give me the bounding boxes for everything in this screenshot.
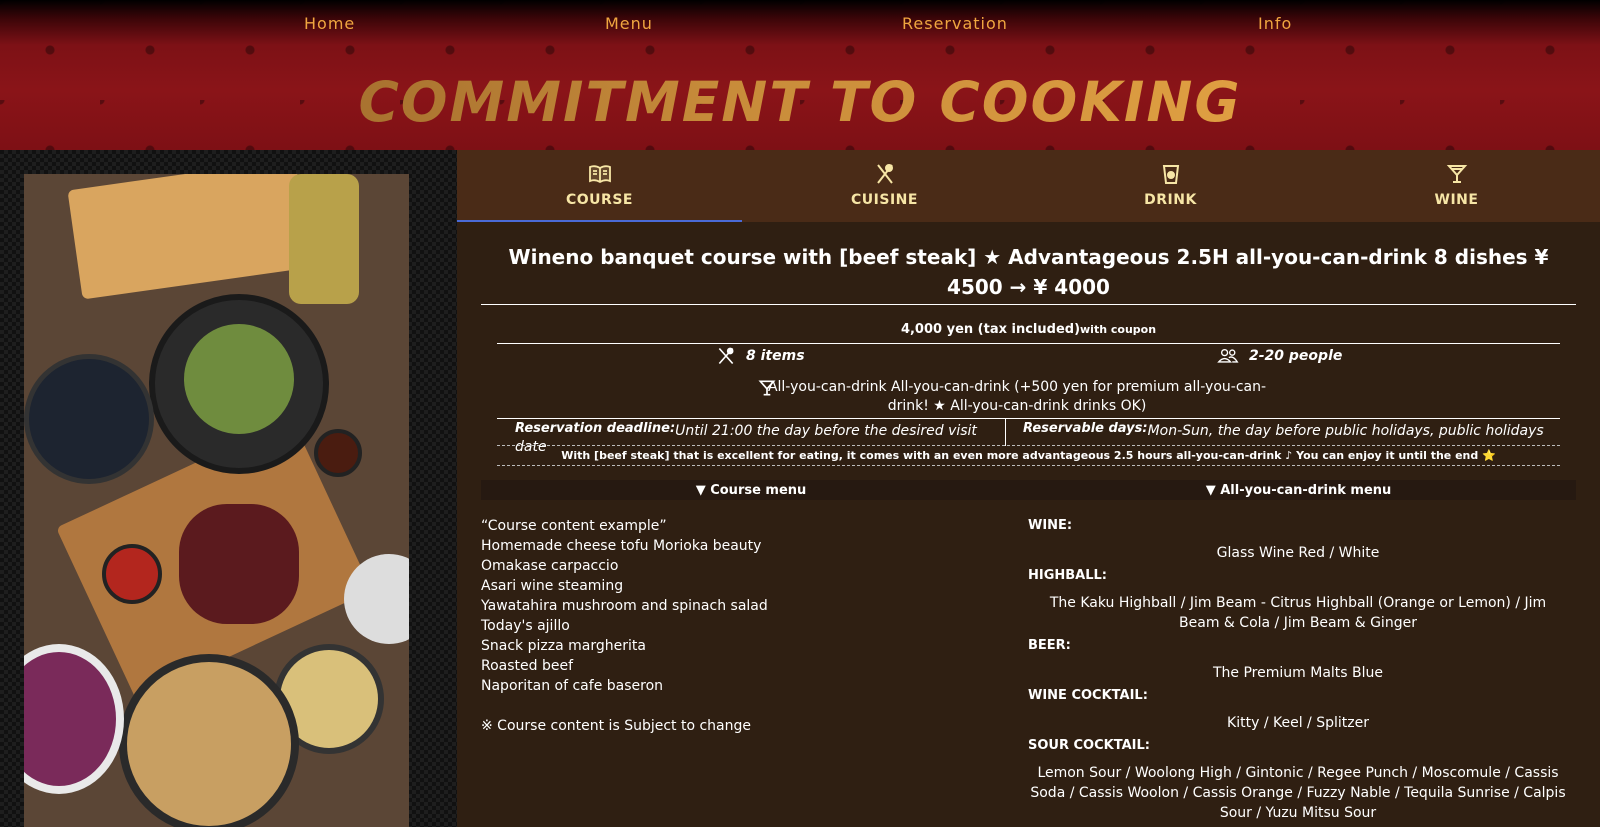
drink-category: HIGHBALL: xyxy=(1028,568,1108,583)
tab-drink-label: DRINK xyxy=(1144,192,1197,208)
list-item: Yawatahira mushroom and spinach salad xyxy=(481,598,768,614)
list-item: Homemade cheese tofu Morioka beauty xyxy=(481,538,762,554)
course-price: 4,000 yen (tax included) xyxy=(900,322,1081,337)
dish-count-text: 8 items xyxy=(746,348,805,364)
deadline-label: Reservation deadline: xyxy=(515,421,676,436)
tab-cuisine[interactable]: CUISINE xyxy=(742,150,1027,222)
course-menu-list: “Course content example” Homemade cheese… xyxy=(481,516,1001,736)
fork-knife-icon xyxy=(718,347,734,365)
tab-cuisine-label: CUISINE xyxy=(851,192,918,208)
list-item: Asari wine steaming xyxy=(481,578,624,594)
days-value: Mon-Sun, the day before public holidays,… xyxy=(1147,423,1544,439)
drink-menu-list: WINE: Glass Wine Red / White HIGHBALL: T… xyxy=(1028,516,1568,826)
drink-menu-toggle[interactable]: ▼ All-you-can-drink menu xyxy=(1021,480,1576,500)
drink-items: Glass Wine Red / White xyxy=(1216,545,1380,561)
tab-drink[interactable]: DRINK xyxy=(1028,150,1313,222)
cocktail-glass-icon xyxy=(1446,165,1467,183)
drink-category: BEER: xyxy=(1028,638,1071,653)
change-note: ※ Course content is Subject to change xyxy=(481,718,752,734)
drink-items: Kitty / Keel / Splitzer xyxy=(1227,715,1369,731)
list-item: Omakase carpaccio xyxy=(481,558,619,574)
course-panel: COURSE CUISINE DRINK WINE Wineno banquet… xyxy=(457,150,1600,827)
drink-info-text: All-you-can-drink All-you-can-drink (+50… xyxy=(767,379,1267,414)
nav-menu-link[interactable]: Menu xyxy=(605,14,653,33)
site-header: Home Menu Reservation Info COMMITMENT TO… xyxy=(0,0,1600,150)
reservation-deadline: Reservation deadline:Until 21:00 the day… xyxy=(497,419,1006,455)
drink-items: The Kaku Highball / Jim Beam - Citrus Hi… xyxy=(1049,595,1547,631)
people-range-text: 2-20 people xyxy=(1249,348,1343,364)
nav-reservation-link[interactable]: Reservation xyxy=(902,14,1008,33)
list-item: Snack pizza margherita xyxy=(481,638,646,654)
reservation-terms: Reservation deadline:Until 21:00 the day… xyxy=(497,418,1560,455)
fork-knife-icon xyxy=(876,164,893,184)
cocktail-glass-icon xyxy=(758,380,776,396)
reservable-days: Reservable days:Mon-Sun, the day before … xyxy=(1007,419,1560,446)
left-image-column xyxy=(0,150,457,827)
cup-icon xyxy=(1162,165,1179,184)
dish-count: 8 items xyxy=(716,346,805,372)
category-tabs: COURSE CUISINE DRINK WINE xyxy=(457,150,1600,222)
drink-category: SOUR COCKTAIL: xyxy=(1028,738,1150,753)
drink-category: WINE COCKTAIL: xyxy=(1028,688,1148,703)
tab-course[interactable]: COURSE xyxy=(457,150,742,222)
days-label: Reservable days: xyxy=(1023,421,1148,436)
menu-book-icon xyxy=(588,165,611,184)
nav-home-link[interactable]: Home xyxy=(304,14,355,33)
all-you-can-drink-info: All-you-can-drink All-you-can-drink (+50… xyxy=(757,378,1277,416)
list-item: Naporitan of cafe baseron xyxy=(481,678,664,694)
price-row: 4,000 yen (tax included)with coupon xyxy=(497,322,1560,344)
price-note: with coupon xyxy=(1080,323,1157,336)
drink-items: Lemon Sour / Woolong High / Gintonic / R… xyxy=(1030,765,1566,821)
people-icon xyxy=(1217,348,1239,363)
course-title: Wineno banquet course with [beef steak] … xyxy=(481,242,1576,305)
drink-items: The Premium Malts Blue xyxy=(1213,665,1383,681)
food-photo xyxy=(24,174,409,827)
hero-title: COMMITMENT TO COOKING xyxy=(0,70,1600,134)
tab-wine-label: WINE xyxy=(1434,192,1479,208)
list-item: Roasted beef xyxy=(481,658,574,674)
course-menu-toggle[interactable]: ▼ Course menu xyxy=(481,480,1021,500)
drink-category: WINE: xyxy=(1028,518,1073,533)
tab-course-label: COURSE xyxy=(566,192,633,208)
list-item: Today's ajillo xyxy=(481,618,570,634)
nav-info-link[interactable]: Info xyxy=(1258,14,1292,33)
tab-wine[interactable]: WINE xyxy=(1314,150,1599,222)
course-note: With [beef steak] that is excellent for … xyxy=(497,446,1560,466)
list-item: “Course content example” xyxy=(481,518,667,534)
course-meta-row: 8 items 2-20 people xyxy=(497,346,1560,372)
people-range: 2-20 people xyxy=(1217,346,1342,372)
top-nav: Home Menu Reservation Info xyxy=(0,14,1600,36)
